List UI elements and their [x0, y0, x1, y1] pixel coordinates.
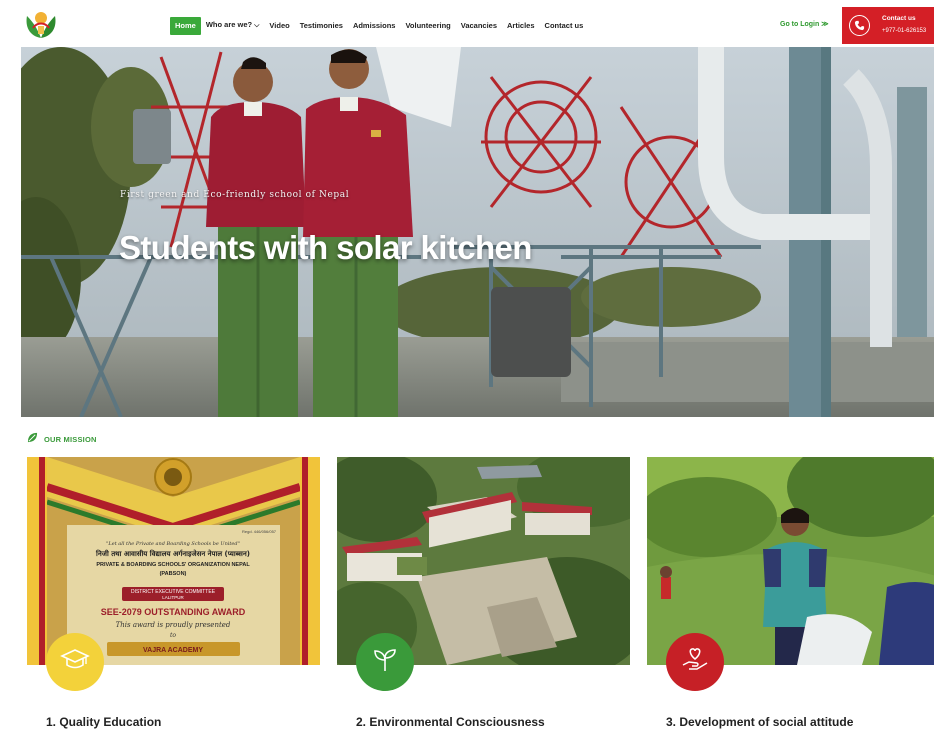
mission-section-label: OUR MISSION — [27, 430, 97, 448]
hero-title: Students with solar kitchen — [119, 229, 532, 266]
nav-testimonies[interactable]: Testimonies — [295, 17, 348, 35]
site-header: Home Who are we? ⌵ Video Testimonies Admi… — [0, 0, 934, 50]
nav-video[interactable]: Video — [264, 17, 294, 35]
plaque-motto: "Let all the Private and Boarding School… — [106, 541, 240, 547]
plaque-org: PRIVATE & BOARDING SCHOOLS' ORGANIZATION… — [96, 562, 250, 568]
sprout-icon — [372, 647, 398, 678]
phone-icon — [849, 15, 870, 36]
nav-vacancies[interactable]: Vacancies — [456, 17, 502, 35]
plaque-nepali: निजी तथा आवासीय विद्यालय अर्गनाइजेसन नेप… — [95, 549, 250, 558]
nav-admissions[interactable]: Admissions — [348, 17, 401, 35]
nav-who-are-we[interactable]: Who are we? ⌵ — [201, 16, 265, 35]
environmental-badge — [356, 633, 414, 691]
hero-tagline: First green and Eco-friendly school of N… — [120, 190, 350, 200]
social-attitude-badge — [666, 633, 724, 691]
mission-card-title-3[interactable]: 3. Development of social attitude — [666, 715, 853, 729]
chevron-down-icon: ⌵ — [254, 22, 260, 29]
plaque-to: to — [170, 632, 176, 639]
contact-phone: +977-01-626153 — [882, 28, 927, 34]
mission-card-title-2[interactable]: 2. Environmental Consciousness — [356, 715, 545, 729]
school-logo[interactable] — [21, 8, 61, 42]
plaque-recipient: VAJRA ACADEMY — [143, 647, 203, 654]
quality-education-badge — [46, 633, 104, 691]
contact-box[interactable]: Contact us +977-01-626153 — [842, 7, 934, 44]
contact-title: Contact us — [882, 15, 916, 22]
graduation-cap-icon — [60, 647, 90, 678]
nav-who-are-we-label: Who are we? — [205, 20, 253, 29]
plaque-regd: Regd. 446/056/057 — [242, 529, 277, 534]
login-link[interactable]: Go to Login ≫ — [780, 20, 829, 28]
nav-volunteering[interactable]: Volunteering — [400, 17, 455, 35]
main-nav: Home Who are we? ⌵ Video Testimonies Admi… — [170, 16, 588, 35]
mission-label-text: OUR MISSION — [44, 434, 97, 444]
plaque-award: SEE-2079 OUTSTANDING AWARD — [101, 607, 246, 617]
plaque-district: LALITPUR — [162, 595, 184, 600]
plaque-presented: This award is proudly presented — [116, 621, 231, 629]
hero-banner: First green and Eco-friendly school of N… — [21, 47, 934, 417]
nav-home[interactable]: Home — [170, 16, 201, 35]
mission-card-title-1[interactable]: 1. Quality Education — [46, 715, 161, 729]
leaf-icon — [27, 430, 38, 448]
heart-hand-icon — [680, 647, 710, 678]
nav-contact-us[interactable]: Contact us — [540, 17, 589, 35]
nav-articles[interactable]: Articles — [502, 17, 540, 35]
plaque-org-short: (PABSON) — [160, 571, 187, 577]
